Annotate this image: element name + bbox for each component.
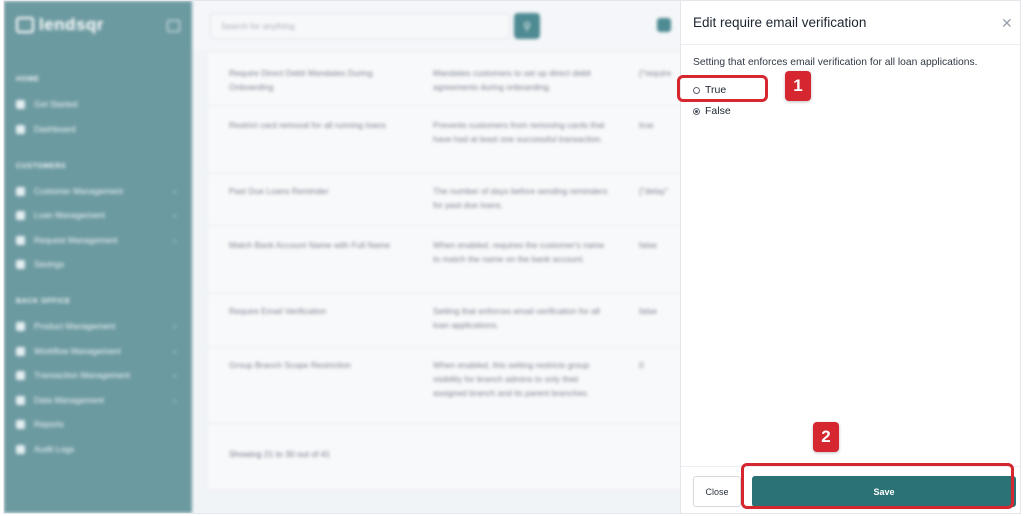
chevron-right-icon: › — [173, 321, 176, 331]
sidebar-item-dashboard[interactable]: Dashboard — [16, 122, 176, 136]
radio-button[interactable] — [693, 86, 700, 94]
drawer-title: Edit require email verification — [693, 15, 867, 30]
logo: lendsqr — [16, 15, 104, 35]
chevron-right-icon: › — [173, 210, 176, 220]
chevron-right-icon: › — [173, 370, 176, 380]
sidebar-item-savings[interactable]: Savings — [16, 257, 176, 271]
chevron-right-icon: › — [173, 395, 176, 405]
workflow-icon — [16, 346, 25, 356]
reports-icon — [16, 419, 25, 429]
divider — [681, 466, 1020, 467]
sidebar-item-product-management[interactable]: Product Management › — [16, 319, 176, 333]
radio-option-true[interactable]: True — [693, 84, 726, 96]
product-icon — [16, 321, 25, 331]
drawer-description: Setting that enforces email verification… — [693, 57, 978, 68]
divider — [681, 44, 1020, 45]
app-window: lendsqr HOME Get Started Dashboard CUSTO… — [3, 0, 1021, 514]
sidebar-item-workflow-management[interactable]: Workflow Management › — [16, 344, 176, 358]
sidebar: lendsqr HOME Get Started Dashboard CUSTO… — [4, 1, 192, 513]
nav-section-customers: CUSTOMERS — [16, 163, 66, 170]
table-row[interactable]: Restrict card removal for all running lo… — [207, 106, 725, 174]
table-row[interactable]: Group Branch Scope Restriction When enab… — [207, 348, 725, 424]
sidebar-item-data-management[interactable]: Data Management › — [16, 393, 176, 407]
chevron-right-icon: › — [173, 186, 176, 196]
chevron-right-icon: › — [173, 346, 176, 356]
radio-button[interactable] — [693, 107, 700, 115]
request-icon — [16, 235, 25, 245]
sidebar-item-get-started[interactable]: Get Started — [16, 97, 176, 111]
savings-icon — [16, 259, 25, 269]
notification-icon[interactable] — [657, 18, 671, 32]
table-row[interactable]: Require Direct Debit Mandates During Onb… — [207, 52, 725, 106]
data-icon — [16, 395, 25, 405]
search-icon: ⚲ — [522, 20, 532, 33]
sidebar-item-loan-management[interactable]: Loan Management › — [16, 208, 176, 222]
home-icon — [16, 99, 25, 109]
save-button[interactable]: Save — [752, 476, 1016, 507]
close-button[interactable]: Close — [693, 476, 741, 507]
sidebar-item-reports[interactable]: Reports — [16, 417, 176, 431]
sidebar-item-customer-management[interactable]: Customer Management › — [16, 184, 176, 198]
audit-icon — [16, 444, 25, 454]
step-badge-1: 1 — [785, 71, 811, 101]
nav-section-home: HOME — [16, 76, 40, 83]
table-row[interactable]: Past Due Loans Reminder The number of da… — [207, 174, 725, 226]
logo-icon — [16, 17, 34, 33]
sidebar-collapse-icon[interactable] — [167, 20, 180, 32]
logo-text: lendsqr — [39, 15, 104, 34]
dashboard-icon — [16, 124, 25, 134]
chevron-right-icon: › — [173, 235, 176, 245]
search-input[interactable]: Search for anything — [210, 13, 510, 39]
search-button[interactable]: ⚲ — [514, 13, 540, 39]
sidebar-item-audit-logs[interactable]: Audit Logs — [16, 442, 176, 456]
table-row[interactable]: Require Email Verification Setting that … — [207, 294, 725, 348]
nav-section-back-office: BACK OFFICE — [16, 298, 71, 305]
transaction-icon — [16, 370, 25, 380]
pagination-summary: Showing 21 to 30 out of 41 — [229, 449, 331, 459]
radio-option-false[interactable]: False — [693, 105, 731, 117]
edit-setting-drawer: Edit require email verification ✕ Settin… — [680, 1, 1020, 513]
table-row[interactable]: Match Bank Account Name with Full Name W… — [207, 226, 725, 294]
settings-table: Require Direct Debit Mandates During Onb… — [206, 51, 726, 491]
step-badge-2: 2 — [813, 422, 839, 452]
users-icon — [16, 186, 25, 196]
loan-icon — [16, 210, 25, 220]
sidebar-item-request-management[interactable]: Request Management › — [16, 233, 176, 247]
sidebar-item-transaction-management[interactable]: Transaction Management › — [16, 368, 176, 382]
close-icon[interactable]: ✕ — [1001, 15, 1013, 32]
